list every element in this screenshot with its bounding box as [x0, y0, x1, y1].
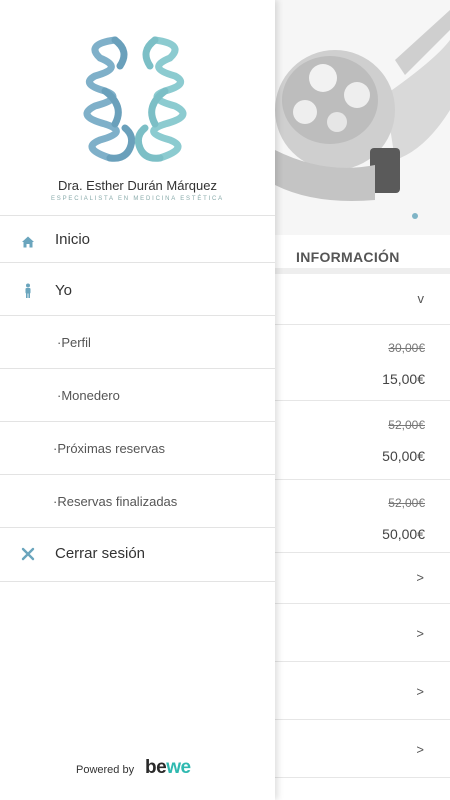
old-price: 30,00€ [388, 341, 425, 355]
person-icon [25, 283, 31, 298]
chevron-down-icon: v [417, 291, 425, 306]
section-title: INFORMACIÓN [296, 249, 400, 265]
link-row[interactable]: > [275, 720, 450, 778]
carousel-dot[interactable] [412, 213, 418, 219]
old-price: 52,00€ [388, 418, 425, 432]
brand-part-1: be [145, 757, 167, 778]
bewe-logo[interactable]: bewe [145, 757, 191, 779]
powered-by-text: Powered by [76, 764, 135, 776]
clinic-logo-icon [83, 36, 187, 162]
link-row[interactable]: > [275, 604, 450, 662]
chevron-right-icon: > [416, 684, 424, 699]
link-row[interactable]: > [275, 553, 450, 604]
menu-label: Yo [55, 282, 72, 299]
menu-item-home[interactable]: Inicio [0, 215, 275, 263]
menu-item-logout[interactable]: Cerrar sesión [0, 528, 275, 582]
price-row[interactable]: 52,00€ 50,00€ [275, 401, 450, 480]
new-price: 50,00€ [382, 526, 425, 542]
hero-image [275, 0, 450, 235]
doctor-name: Dra. Esther Durán Márquez [58, 178, 217, 193]
menu-label: Cerrar sesión [55, 545, 146, 562]
menu-item-finished-bookings[interactable]: ·Reservas finalizadas [0, 475, 275, 528]
collapse-row[interactable]: v [275, 274, 450, 325]
menu-item-me[interactable]: Yo [0, 263, 275, 316]
menu-label: ·Monedero [57, 388, 120, 403]
link-row[interactable]: > [275, 662, 450, 720]
menu-label: ·Próximas reservas [53, 441, 165, 456]
doctor-subtitle: ESPECIALISTA EN MEDICINA ESTÉTICA [51, 196, 224, 202]
new-price: 50,00€ [382, 448, 425, 464]
menu-item-wallet[interactable]: ·Monedero [0, 369, 275, 422]
old-price: 52,00€ [388, 496, 425, 510]
menu-label: ·Reservas finalizadas [53, 494, 178, 509]
menu-label: ·Perfil [57, 335, 91, 350]
brand-part-2: we [166, 757, 191, 778]
chevron-right-icon: > [416, 742, 424, 757]
device-illustration [275, 0, 450, 235]
new-price: 15,00€ [382, 371, 425, 387]
price-row[interactable]: 30,00€ 15,00€ [275, 325, 450, 401]
price-row[interactable]: 52,00€ 50,00€ [275, 480, 450, 553]
chevron-right-icon: > [416, 570, 424, 585]
drawer-header: Dra. Esther Durán Márquez ESPECIALISTA E… [0, 0, 275, 228]
menu-label: Inicio [55, 231, 91, 248]
home-icon [22, 236, 34, 248]
menu-item-upcoming-bookings[interactable]: ·Próximas reservas [0, 422, 275, 475]
menu-item-profile[interactable]: ·Perfil [0, 316, 275, 369]
chevron-right-icon: > [416, 626, 424, 641]
navigation-drawer: Dra. Esther Durán Márquez ESPECIALISTA E… [0, 0, 275, 800]
close-icon [21, 547, 35, 561]
